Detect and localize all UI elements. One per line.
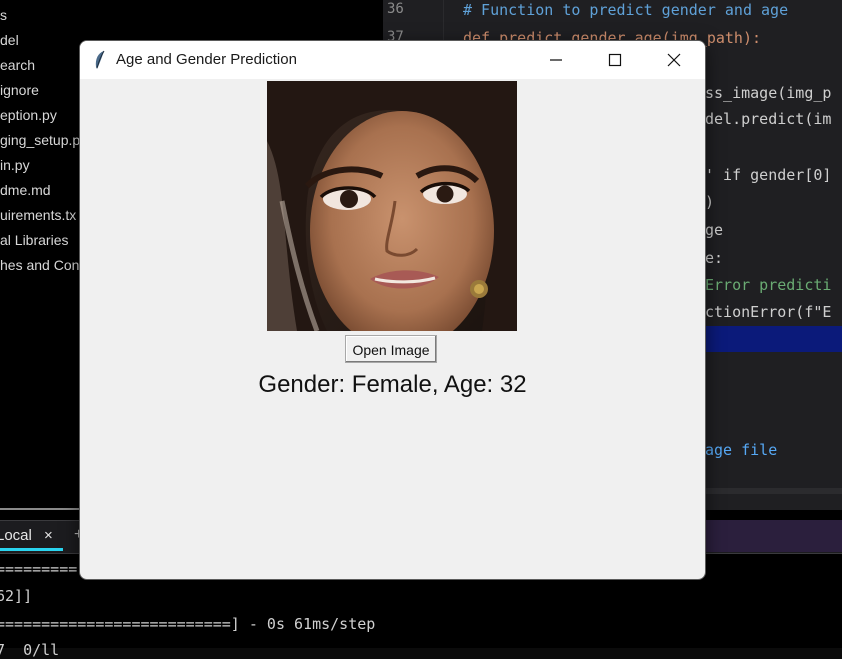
close-icon [667, 53, 681, 67]
project-tree-item[interactable]: del [0, 32, 19, 48]
line-number: 36 [387, 1, 404, 17]
project-tree-item[interactable]: al Libraries [0, 232, 68, 248]
maximize-button[interactable] [587, 41, 645, 79]
prediction-result: Gender: Female, Age: 32 [258, 371, 527, 398]
project-tree-item[interactable]: ignore [0, 82, 39, 98]
close-button[interactable] [646, 41, 704, 79]
app-window: Age and Gender Prediction Open Image Gen… [79, 40, 706, 580]
terminal-output-line: 7 0/ll [0, 641, 60, 659]
project-tree-item[interactable]: s [0, 7, 7, 23]
code-line: e: [705, 249, 724, 267]
code-line: Error predicti [705, 276, 832, 294]
project-tree-item[interactable]: ging_setup.p [0, 132, 80, 148]
code-line: ) [705, 193, 715, 211]
project-tree-item[interactable]: in.py [0, 157, 30, 173]
terminal-output-line: 62]] [0, 587, 33, 605]
active-tab-indicator [0, 548, 63, 551]
maximize-icon [608, 53, 622, 67]
terminal-tab-label: Local [0, 527, 32, 544]
tk-feather-icon [95, 50, 105, 69]
project-tree-item[interactable]: earch [0, 57, 35, 73]
project-tree-item[interactable]: eption.py [0, 107, 57, 123]
window-title: Age and Gender Prediction [116, 51, 297, 68]
window-titlebar[interactable]: Age and Gender Prediction [80, 41, 705, 79]
code-line: age file [705, 441, 778, 459]
code-line: # Function to predict gender and age [463, 1, 789, 19]
code-line: del.predict(im [705, 110, 832, 128]
terminal-output-line: ==========================] - 0s 61ms/st… [0, 615, 376, 633]
project-tree-item[interactable]: dme.md [0, 182, 51, 198]
terminal-toolbar [704, 520, 842, 552]
minimize-icon [550, 59, 562, 61]
code-line: ss_image(img_p [705, 84, 832, 102]
project-tree-item[interactable]: uirements.tx [0, 207, 76, 223]
code-line: ctionError(f"E [705, 303, 832, 321]
face-image [267, 81, 517, 331]
terminal-tab-local[interactable]: Local × [0, 527, 53, 549]
minimize-button[interactable] [528, 41, 586, 79]
close-icon[interactable]: × [44, 527, 53, 544]
code-line: ' if gender[0] [705, 166, 832, 184]
code-line: ge [705, 221, 724, 239]
project-tree-item[interactable]: hes and Con [0, 257, 79, 273]
terminal-output-line: ========= [0, 560, 78, 578]
open-image-button[interactable]: Open Image [345, 335, 437, 363]
